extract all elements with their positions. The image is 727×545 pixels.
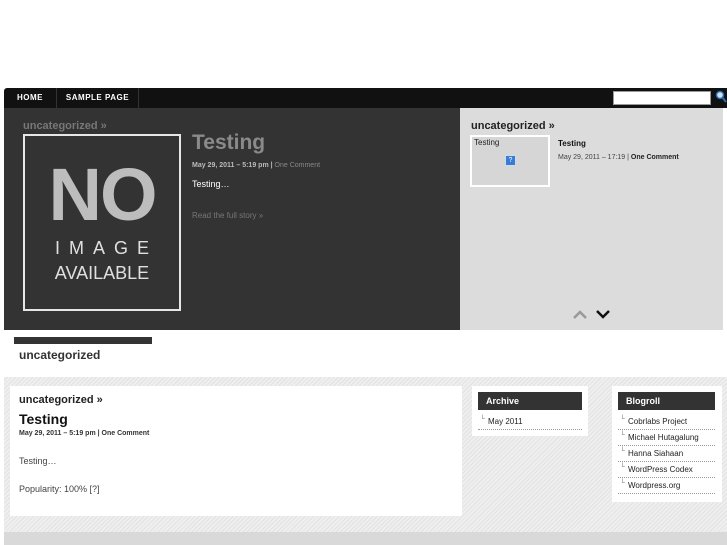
slider-panel: uncategorized » Testing ? Testing May 29… [460,108,723,330]
featured-comments-link[interactable]: One Comment [275,162,321,169]
no-image-text-image: IMAGE [54,238,158,258]
post-title[interactable]: Testing [19,411,68,427]
featured-post: uncategorized » NO IMAGE AVAILABLE Testi… [4,108,460,330]
footer-bar [4,532,727,545]
blogroll-list: Cobrlabs Project Michael Hutagalung Hann… [618,412,715,494]
search-input[interactable] [613,91,711,105]
post-excerpt: Testing… [19,456,57,466]
slide-date: May 29, 2011 – 17:19 | [558,154,631,161]
slider-category[interactable]: uncategorized » [471,120,555,132]
featured-title[interactable]: Testing [192,131,265,155]
nav-sample-page-link[interactable]: SAMPLE PAGE [57,88,139,108]
post-comments-link[interactable]: One Comment [102,430,150,437]
category-heading: uncategorized [19,348,101,362]
nav-home-link[interactable]: HOME [4,88,57,108]
chevron-down-icon[interactable] [595,308,611,320]
post-popularity: Popularity: 100% [?] [19,484,100,494]
slider-thumbnail[interactable]: Testing ? [470,135,550,187]
blogroll-item[interactable]: Michael Hutagalung [618,428,715,446]
post-category[interactable]: uncategorized » [19,394,103,406]
slide-comments-link[interactable]: One Comment [631,154,679,161]
featured-meta: May 29, 2011 – 5:19 pm | One Comment [192,162,320,169]
featured-excerpt: Testing… [192,179,230,189]
top-nav: HOME SAMPLE PAGE [4,88,727,108]
blogroll-item[interactable]: WordPress Codex [618,460,715,478]
chevron-up-icon[interactable] [572,308,588,320]
search-icon[interactable] [715,90,727,104]
blogroll-item[interactable]: Hanna Siahaan [618,444,715,462]
post-meta: May 29, 2011 – 5:19 pm | One Comment [19,430,149,437]
post-card: uncategorized » Testing May 29, 2011 – 5… [10,386,462,516]
read-more-link[interactable]: Read the full story » [192,211,263,220]
archive-title: Archive [478,392,582,410]
category-divider [14,337,152,344]
no-image-text-available: AVAILABLE [54,263,150,283]
broken-image-icon: ? [505,155,516,166]
archive-list: May 2011 [478,412,582,430]
post-date: May 29, 2011 – 5:19 pm | [19,430,102,437]
no-image-text-no: NO [48,153,158,236]
slide-meta: May 29, 2011 – 17:19 | One Comment [558,154,679,161]
blogroll-item[interactable]: Cobrlabs Project [618,412,715,430]
slide-title[interactable]: Testing [558,139,586,148]
blogroll-widget: Blogroll Cobrlabs Project Michael Hutaga… [612,386,722,502]
blogroll-item[interactable]: Wordpress.org [618,476,715,494]
archive-item[interactable]: May 2011 [478,412,582,430]
featured-date: May 29, 2011 – 5:19 pm | [192,162,275,169]
blogroll-title: Blogroll [618,392,715,410]
thumbnail-alt-text: Testing [474,138,500,147]
page: HOME SAMPLE PAGE uncategorized » NO IMAG… [0,0,727,545]
archive-widget: Archive May 2011 [472,386,588,436]
featured-category[interactable]: uncategorized » [23,120,107,132]
no-image-placeholder[interactable]: NO IMAGE AVAILABLE [23,134,181,311]
